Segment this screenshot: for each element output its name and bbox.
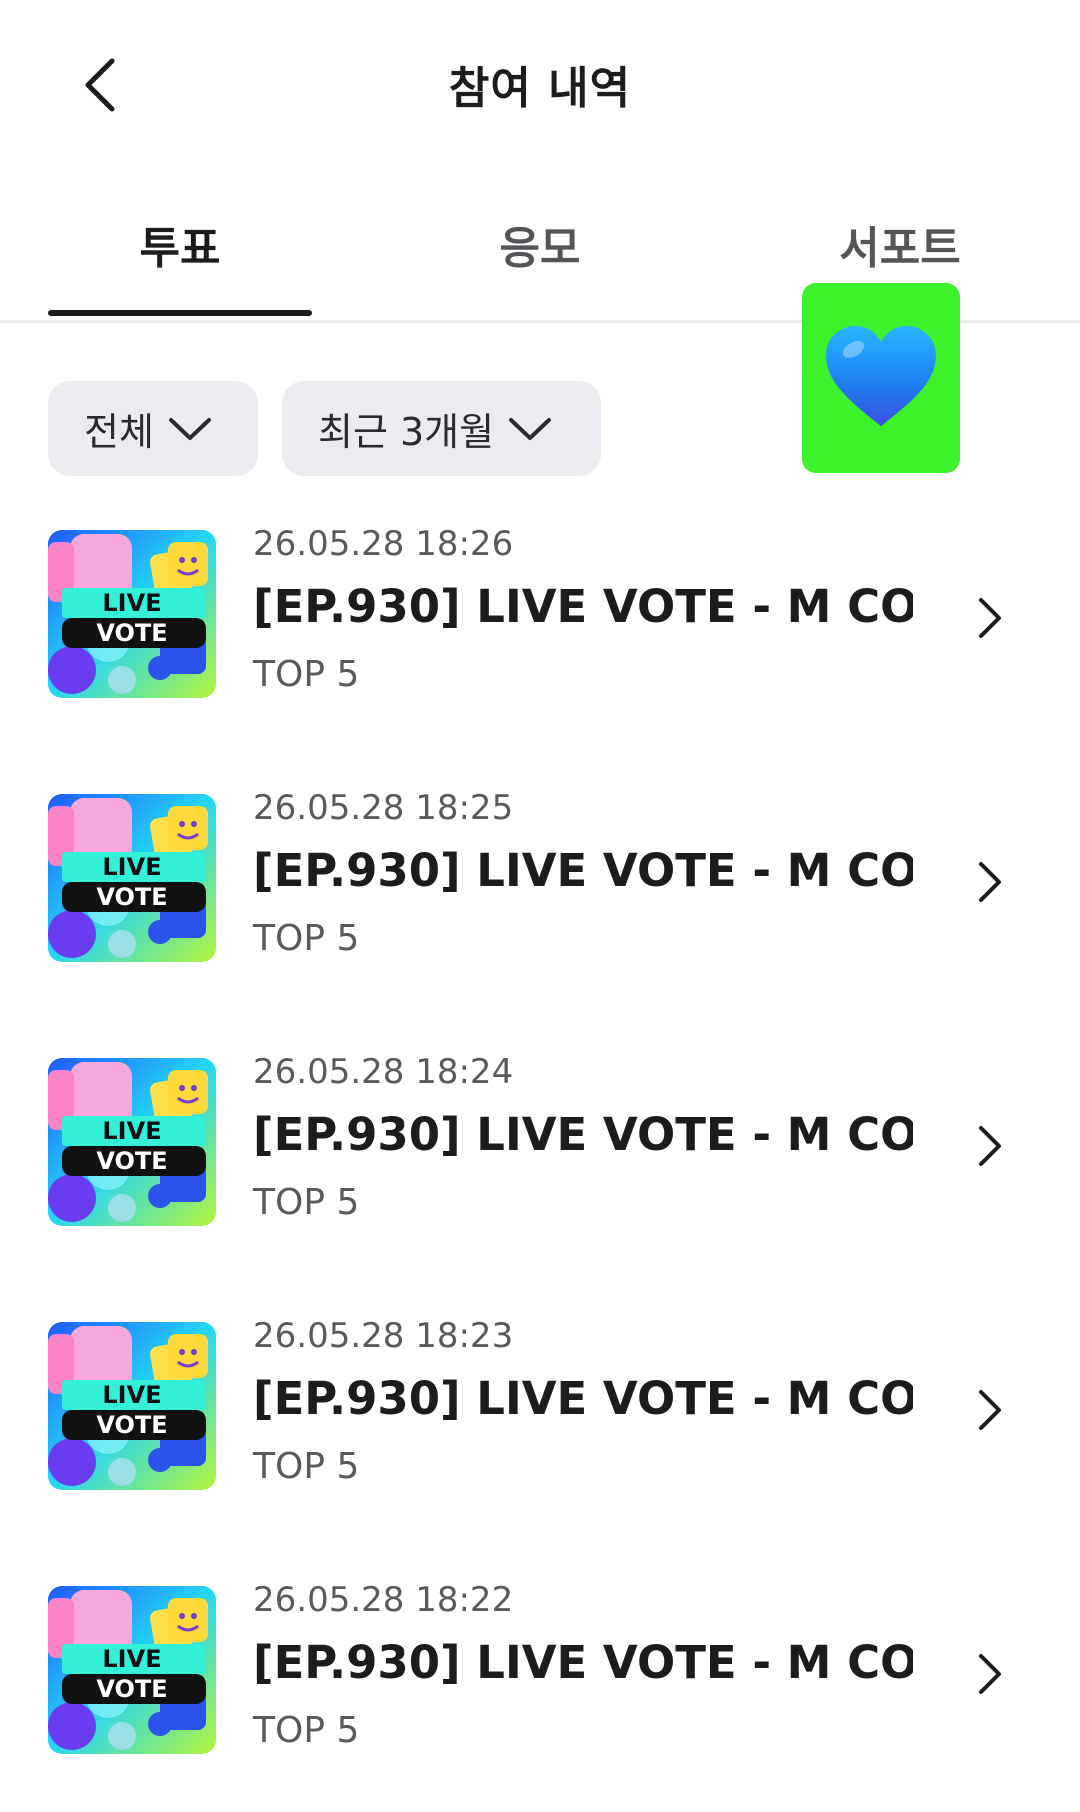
filter-type-label: 전체 xyxy=(84,410,154,454)
live-vote-thumbnail: LIVE VOTE xyxy=(48,1586,216,1754)
thumb-text-live: LIVE xyxy=(102,589,162,617)
filter-type-dropdown[interactable]: 전체 xyxy=(48,381,258,476)
chevron-down-icon xyxy=(509,417,552,440)
list-item[interactable]: LIVE VOTE 26.05.28 18:23 [EP.930] LIVE V… xyxy=(0,1312,1080,1512)
item-title: [EP.930] LIVE VOTE - M CO... xyxy=(253,1372,913,1425)
item-date: 26.05.28 18:22 xyxy=(253,1580,514,1620)
live-vote-thumbnail: LIVE VOTE xyxy=(48,530,216,698)
header: 참여 내역 xyxy=(0,0,1080,170)
item-date: 26.05.28 18:24 xyxy=(253,1052,514,1092)
thumb-text-live: LIVE xyxy=(102,1645,162,1673)
item-title: [EP.930] LIVE VOTE - M CO... xyxy=(253,1108,913,1161)
thumb-text-live: LIVE xyxy=(102,1381,162,1409)
thumb-text-vote: VOTE xyxy=(96,883,168,911)
item-subtitle: TOP 5 xyxy=(253,1182,360,1223)
chevron-down-icon xyxy=(168,417,211,440)
blue-heart-icon xyxy=(826,325,936,427)
filter-period-label: 최근 3개월 xyxy=(318,410,495,454)
item-subtitle: TOP 5 xyxy=(253,654,360,695)
item-date: 26.05.28 18:23 xyxy=(253,1316,514,1356)
live-vote-thumbnail: LIVE VOTE xyxy=(48,1322,216,1490)
live-vote-thumbnail: LIVE VOTE xyxy=(48,1058,216,1226)
item-subtitle: TOP 5 xyxy=(253,1446,360,1487)
item-title: [EP.930] LIVE VOTE - M CO... xyxy=(253,1636,913,1689)
chevron-right-icon xyxy=(970,1382,1010,1438)
chevron-right-icon xyxy=(970,854,1010,910)
thumb-text-live: LIVE xyxy=(102,853,162,881)
active-tab-indicator xyxy=(48,310,312,316)
tab-support[interactable]: 서포트 xyxy=(780,212,1020,276)
list-item[interactable]: LIVE VOTE 26.05.28 18:25 [EP.930] LIVE V… xyxy=(0,784,1080,984)
item-subtitle: TOP 5 xyxy=(253,918,360,959)
thumb-text-vote: VOTE xyxy=(96,1675,168,1703)
list-item[interactable]: LIVE VOTE 26.05.28 18:24 [EP.930] LIVE V… xyxy=(0,1048,1080,1248)
tab-vote[interactable]: 투표 xyxy=(48,212,312,276)
item-title: [EP.930] LIVE VOTE - M CO... xyxy=(253,580,913,633)
thumb-text-vote: VOTE xyxy=(96,1147,168,1175)
thumb-text-live: LIVE xyxy=(102,1117,162,1145)
item-date: 26.05.28 18:25 xyxy=(253,788,514,828)
chevron-right-icon xyxy=(970,590,1010,646)
thumb-text-vote: VOTE xyxy=(96,1411,168,1439)
list-item[interactable]: LIVE VOTE 26.05.28 18:26 [EP.930] LIVE V… xyxy=(0,520,1080,720)
heart-badge xyxy=(802,283,960,473)
item-title: [EP.930] LIVE VOTE - M CO... xyxy=(253,844,913,897)
item-date: 26.05.28 18:26 xyxy=(253,524,514,564)
thumb-text-vote: VOTE xyxy=(96,619,168,647)
tab-apply[interactable]: 응모 xyxy=(420,212,660,276)
page-title: 참여 내역 xyxy=(448,63,632,114)
chevron-right-icon xyxy=(970,1118,1010,1174)
chevron-right-icon xyxy=(970,1646,1010,1702)
list-item[interactable]: LIVE VOTE 26.05.28 18:22 [EP.930] LIVE V… xyxy=(0,1576,1080,1776)
filter-period-dropdown[interactable]: 최근 3개월 xyxy=(282,381,601,476)
live-vote-thumbnail: LIVE VOTE xyxy=(48,794,216,962)
item-subtitle: TOP 5 xyxy=(253,1710,360,1751)
